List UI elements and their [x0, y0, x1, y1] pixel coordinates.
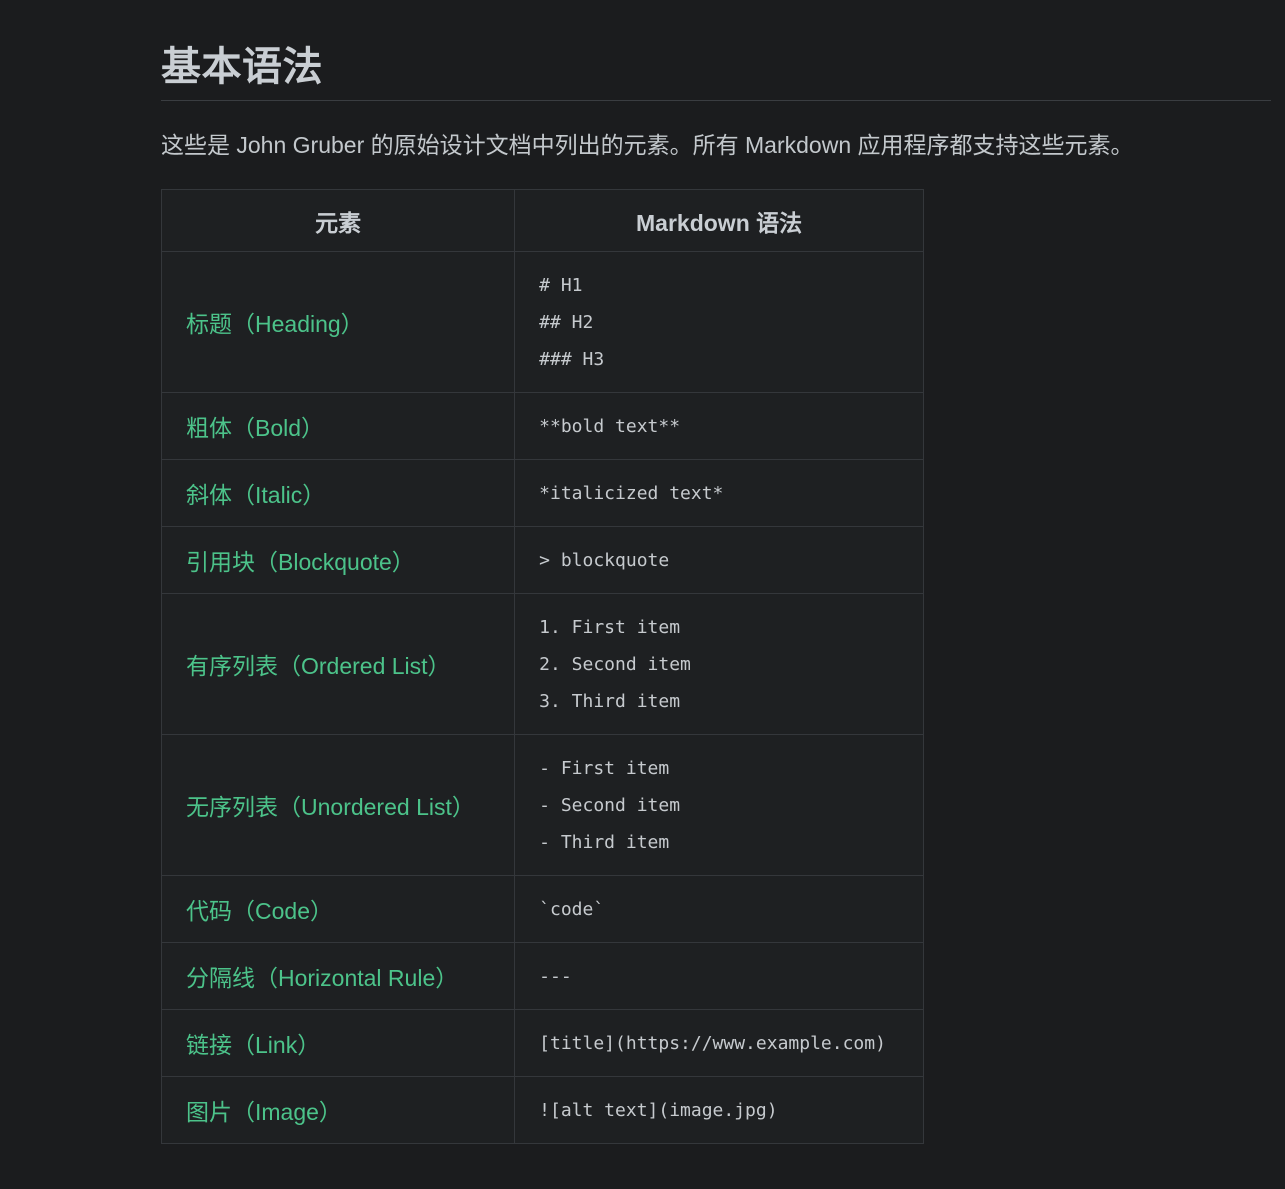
- element-cell: 粗体（Bold）: [160, 392, 516, 460]
- code-line: # H1: [539, 274, 583, 296]
- element-cell: 斜体（Italic）: [160, 459, 516, 527]
- code-line: 2. Second item: [539, 653, 691, 675]
- table-row: 引用块（Blockquote） > blockquote: [160, 526, 924, 594]
- syntax-cell: # H1 ## H2 ### H3: [514, 251, 924, 393]
- element-cell: 链接（Link）: [160, 1009, 516, 1077]
- intro-paragraph: 这些是 John Gruber 的原始设计文档中列出的元素。所有 Markdow…: [161, 132, 1134, 158]
- syntax-cell: - First item - Second item - Third item: [514, 734, 924, 876]
- table-row: 代码（Code） `code`: [160, 875, 924, 943]
- table-row: 分隔线（Horizontal Rule） ---: [160, 942, 924, 1010]
- element-cell: 无序列表（Unordered List）: [160, 734, 516, 876]
- table-row: 图片（Image） ![alt text](image.jpg): [160, 1076, 924, 1144]
- syntax-cell: ---: [514, 942, 924, 1010]
- code-line: ### H3: [539, 348, 605, 370]
- code-line: 3. Third item: [539, 690, 681, 712]
- code-line: - Second item: [539, 794, 681, 816]
- code-line: - First item: [539, 757, 670, 779]
- table-header-row: 元素 Markdown 语法: [160, 189, 924, 252]
- header-element: 元素: [160, 189, 516, 252]
- table-row: 有序列表（Ordered List） 1. First item 2. Seco…: [160, 593, 924, 735]
- code-line: ---: [539, 965, 572, 987]
- syntax-cell: ![alt text](image.jpg): [514, 1076, 924, 1144]
- code-line: ## H2: [539, 311, 594, 333]
- code-line: > blockquote: [539, 549, 670, 571]
- document-page: 基本语法 这些是 John Gruber 的原始设计文档中列出的元素。所有 Ma…: [0, 0, 1285, 1189]
- content-area: 基本语法 这些是 John Gruber 的原始设计文档中列出的元素。所有 Ma…: [160, 40, 1271, 1144]
- code-line: 1. First item: [539, 616, 681, 638]
- section-heading: 基本语法: [161, 40, 1271, 101]
- syntax-cell: *italicized text*: [514, 459, 924, 527]
- syntax-cell: [title](https://www.example.com): [514, 1009, 924, 1077]
- syntax-cell: 1. First item 2. Second item 3. Third it…: [514, 593, 924, 735]
- code-line: [title](https://www.example.com): [539, 1032, 886, 1054]
- table-row: 链接（Link） [title](https://www.example.com…: [160, 1009, 924, 1077]
- code-line: *italicized text*: [539, 482, 724, 504]
- syntax-table: 元素 Markdown 语法 标题（Heading） # H1 ## H2 ##…: [160, 189, 924, 1144]
- code-line: `code`: [539, 898, 605, 920]
- syntax-cell: > blockquote: [514, 526, 924, 594]
- table-row: 无序列表（Unordered List） - First item - Seco…: [160, 734, 924, 876]
- code-line: **bold text**: [539, 415, 681, 437]
- table-row: 粗体（Bold） **bold text**: [160, 392, 924, 460]
- syntax-cell: `code`: [514, 875, 924, 943]
- table-row: 斜体（Italic） *italicized text*: [160, 459, 924, 527]
- element-cell: 引用块（Blockquote）: [160, 526, 516, 594]
- element-cell: 标题（Heading）: [160, 251, 516, 393]
- element-cell: 有序列表（Ordered List）: [160, 593, 516, 735]
- code-line: ![alt text](image.jpg): [539, 1099, 778, 1121]
- element-cell: 图片（Image）: [160, 1076, 516, 1144]
- code-line: - Third item: [539, 831, 670, 853]
- table-row: 标题（Heading） # H1 ## H2 ### H3: [160, 251, 924, 393]
- element-cell: 代码（Code）: [160, 875, 516, 943]
- syntax-cell: **bold text**: [514, 392, 924, 460]
- header-syntax: Markdown 语法: [514, 189, 924, 252]
- element-cell: 分隔线（Horizontal Rule）: [160, 942, 516, 1010]
